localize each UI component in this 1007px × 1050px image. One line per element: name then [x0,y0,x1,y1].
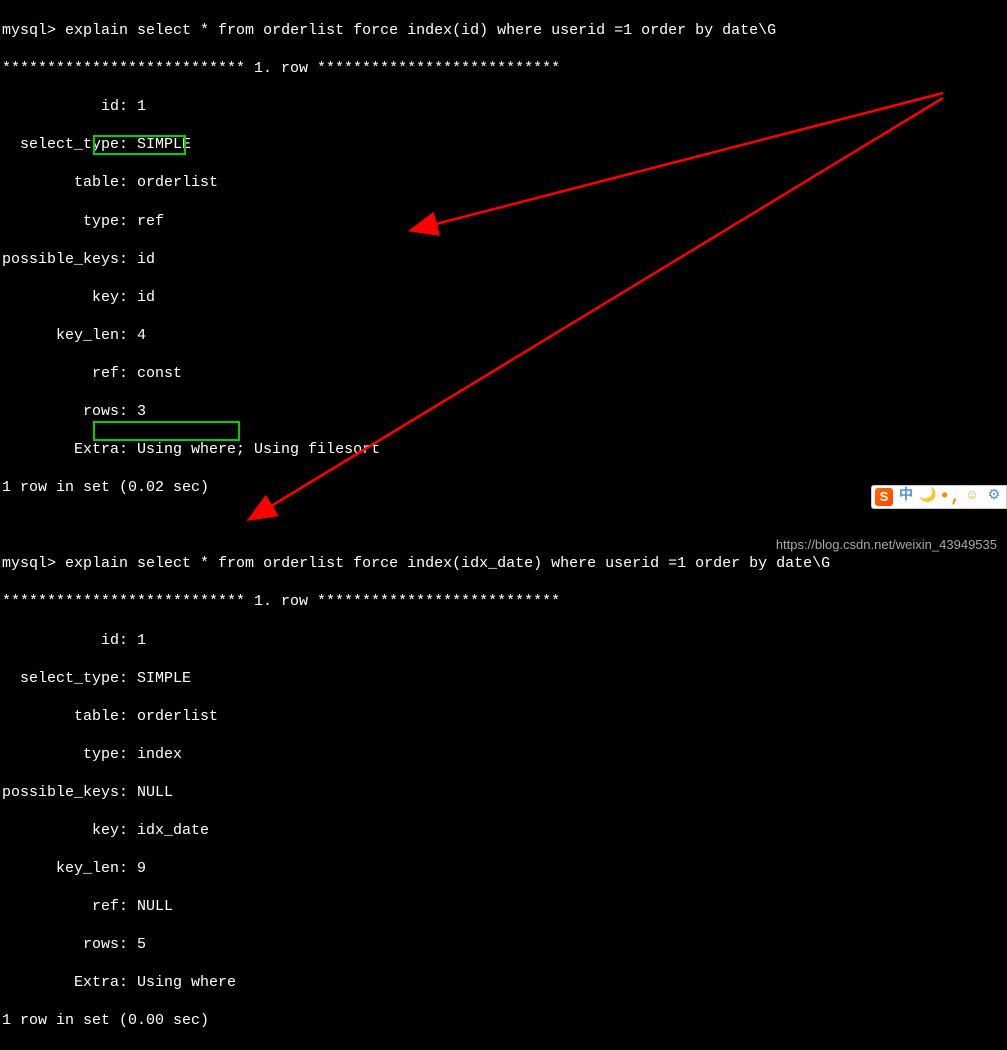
lang-icon[interactable]: 中 [897,488,915,506]
comma-icon[interactable]: •, [941,488,959,506]
field-possible-keys: possible_keys: NULL [2,783,1007,802]
field-rows: rows: 3 [2,402,1007,421]
query2-command: explain select * from orderlist force in… [65,555,830,572]
field-key-len: key_len: 4 [2,326,1007,345]
row-separator: *************************** 1. row *****… [2,59,1007,78]
terminal-output: mysql> explain select * from orderlist f… [0,0,1007,1050]
query1-command: explain select * from orderlist force in… [65,22,776,39]
field-key: key: idx_date [2,821,1007,840]
blank-line [2,516,1007,535]
mysql-prompt: mysql> [2,22,56,39]
moon-icon[interactable]: 🌙 [919,488,937,506]
field-type: type: ref [2,212,1007,231]
field-id: id: 1 [2,97,1007,116]
mysql-prompt: mysql> [2,555,56,572]
field-select-type: select_type: SIMPLE [2,135,1007,154]
field-possible-keys: possible_keys: id [2,250,1007,269]
field-rows: rows: 5 [2,935,1007,954]
gear-icon[interactable]: ⚙ [985,488,1003,506]
field-table: table: orderlist [2,707,1007,726]
field-ref: ref: const [2,364,1007,383]
field-id: id: 1 [2,631,1007,650]
query2-prompt-line: mysql> explain select * from orderlist f… [2,554,1007,573]
query2-footer: 1 row in set (0.00 sec) [2,1011,1007,1030]
field-key-len: key_len: 9 [2,859,1007,878]
field-select-type: select_type: SIMPLE [2,669,1007,688]
field-table: table: orderlist [2,173,1007,192]
field-type: type: index [2,745,1007,764]
row-separator: *************************** 1. row *****… [2,592,1007,611]
ime-toolbar[interactable]: S 中 🌙 •, ☺ ⚙ [871,485,1007,509]
field-extra: Extra: Using where; Using filesort [2,440,1007,459]
query1-prompt-line: mysql> explain select * from orderlist f… [2,21,1007,40]
field-extra: Extra: Using where [2,973,1007,992]
smile-icon[interactable]: ☺ [963,488,981,506]
field-key: key: id [2,288,1007,307]
sogou-icon[interactable]: S [875,488,893,506]
query1-footer: 1 row in set (0.02 sec) [2,478,1007,497]
watermark-url: https://blog.csdn.net/weixin_43949535 [776,537,997,554]
field-ref: ref: NULL [2,897,1007,916]
